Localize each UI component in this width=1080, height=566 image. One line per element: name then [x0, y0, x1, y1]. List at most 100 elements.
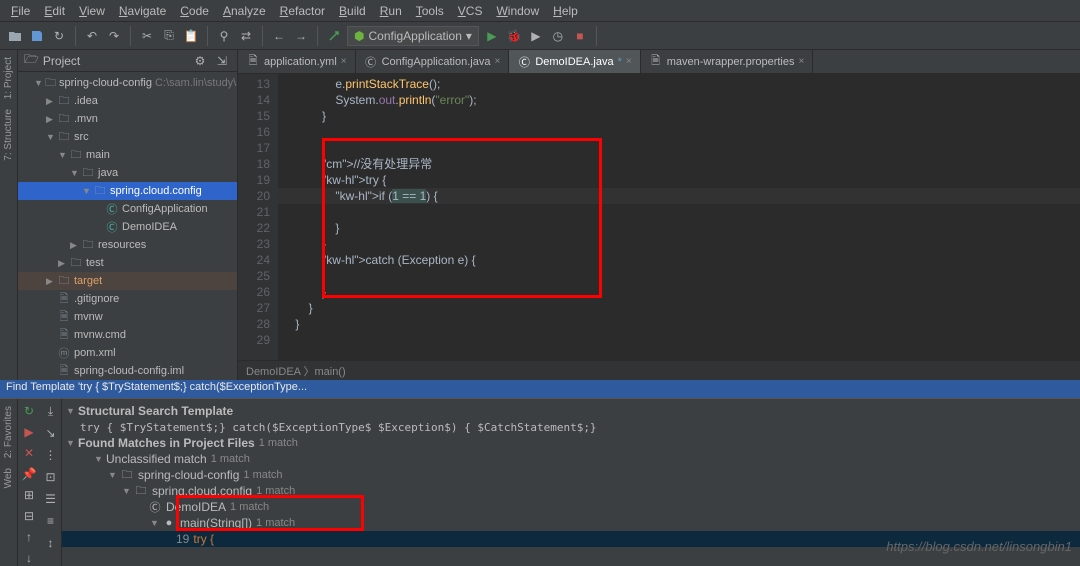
tree-node-resources[interactable]: ▶🗀resources [18, 236, 237, 254]
expand-icon[interactable]: ⊞ [21, 488, 37, 503]
open-icon[interactable] [6, 27, 24, 45]
menu-vcs[interactable]: VCS [451, 2, 490, 20]
forward-icon[interactable]: → [292, 27, 310, 45]
tree-node--idea[interactable]: ▶🗀.idea [18, 92, 237, 110]
replace-icon[interactable]: ⇄ [237, 27, 255, 45]
tree-node--mvn[interactable]: ▶🗀.mvn [18, 110, 237, 128]
tab-configapplication-java[interactable]: ⒸConfigApplication.java× [356, 50, 510, 73]
filter-icon[interactable]: ≡ [43, 513, 59, 529]
stop-icon[interactable]: ■ [571, 27, 589, 45]
sync-icon[interactable]: ↻ [50, 27, 68, 45]
tab-maven-wrapper-properties[interactable]: 🗎maven-wrapper.properties× [641, 50, 814, 73]
line-25[interactable] [278, 268, 1080, 284]
menu-help[interactable]: Help [546, 2, 585, 20]
line-27[interactable]: } [278, 300, 1080, 316]
copy-icon[interactable]: ⎘ [160, 27, 178, 45]
paste-icon[interactable]: 📋 [182, 27, 200, 45]
favorites-tool-tab[interactable]: 2: Favorites [2, 403, 15, 461]
tree-node-main[interactable]: ▼🗀main [18, 146, 237, 164]
gear-icon[interactable]: ⚙ [191, 52, 209, 70]
tree-node-test[interactable]: ▶🗀test [18, 254, 237, 272]
tree-node-java[interactable]: ▼🗀java [18, 164, 237, 182]
preview-icon[interactable]: ☰ [43, 491, 59, 507]
line-26[interactable]: } [278, 284, 1080, 300]
project-tree[interactable]: ▼🗀spring-cloud-config C:\sam.lin\study\s… [18, 72, 237, 380]
tree-node-spring-cloud-config[interactable]: ▼🗀spring.cloud.config [18, 182, 237, 200]
line-13[interactable]: e.printStackTrace(); [278, 76, 1080, 92]
find-icon[interactable]: ⚲ [215, 27, 233, 45]
group-icon[interactable]: ⊡ [43, 469, 59, 485]
coverage-icon[interactable]: ▶ [527, 27, 545, 45]
menu-edit[interactable]: Edit [37, 2, 72, 20]
line-22[interactable]: } [278, 220, 1080, 236]
menu-navigate[interactable]: Navigate [112, 2, 173, 20]
build-icon[interactable] [325, 27, 343, 45]
line-23[interactable]: } [278, 236, 1080, 252]
back-icon[interactable]: ← [270, 27, 288, 45]
result-node[interactable]: ⒸDemoIDEA 1 match [62, 499, 1080, 515]
up-icon[interactable]: ↑ [21, 530, 37, 545]
stop-icon[interactable]: ▶ [21, 424, 37, 439]
tree-node-spring-cloud-config[interactable]: ▼🗀spring-cloud-config C:\sam.lin\study\s… [18, 74, 237, 92]
tree-node--gitignore[interactable]: 🗎.gitignore [18, 290, 237, 308]
settings-icon[interactable]: ⋮ [43, 447, 59, 463]
menu-window[interactable]: Window [489, 2, 546, 20]
tree-node-demoidea[interactable]: ⒸDemoIDEA [18, 218, 237, 236]
tab-demoidea-java[interactable]: ⒸDemoIDEA.java*× [509, 50, 640, 73]
line-21[interactable] [278, 204, 1080, 220]
pin-icon[interactable]: 📌 [21, 466, 37, 481]
save-icon[interactable] [28, 27, 46, 45]
rerun-icon[interactable]: ↻ [21, 403, 37, 418]
menu-refactor[interactable]: Refactor [273, 2, 332, 20]
line-18[interactable]: "cm">//没有处理异常 [278, 156, 1080, 172]
tree-node-mvnw-cmd[interactable]: 🗎mvnw.cmd [18, 326, 237, 344]
line-20[interactable]: "kw-hl">if (1 == 1) { [278, 188, 1080, 204]
breadcrumb[interactable]: DemoIDEA 〉main() [238, 360, 1080, 380]
tree-node-spring-cloud-config-iml[interactable]: 🗎spring-cloud-config.iml [18, 362, 237, 380]
close-tab-icon[interactable]: × [494, 56, 500, 67]
down-icon[interactable]: ↓ [21, 551, 37, 566]
run-icon[interactable]: ▶ [483, 27, 501, 45]
close-tab-icon[interactable]: × [799, 56, 805, 67]
result-node[interactable]: ▼●main(String[]) 1 match [62, 515, 1080, 531]
line-14[interactable]: System.out.println("error"); [278, 92, 1080, 108]
close-tab-icon[interactable]: × [626, 56, 632, 67]
result-node[interactable]: ▼Unclassified match 1 match [62, 451, 1080, 467]
undo-icon[interactable]: ↶ [83, 27, 101, 45]
export-icon[interactable]: ⤓ [43, 403, 59, 419]
menu-tools[interactable]: Tools [409, 2, 451, 20]
menu-analyze[interactable]: Analyze [216, 2, 273, 20]
menu-run[interactable]: Run [373, 2, 409, 20]
structure-tool-tab[interactable]: 7: Structure [2, 106, 15, 164]
sort-icon[interactable]: ↕ [43, 535, 59, 551]
close-tab-icon[interactable]: × [341, 56, 347, 67]
result-node[interactable]: ▼🗀spring.cloud.config 1 match [62, 483, 1080, 499]
redo-icon[interactable]: ↷ [105, 27, 123, 45]
tree-node-target[interactable]: ▶🗀target [18, 272, 237, 290]
tree-node-mvnw[interactable]: 🗎mvnw [18, 308, 237, 326]
tree-node-configapplication[interactable]: ⒸConfigApplication [18, 200, 237, 218]
code-area[interactable]: e.printStackTrace(); System.out.println(… [278, 74, 1080, 360]
autoscroll-icon[interactable]: ↘ [43, 425, 59, 441]
menu-file[interactable]: File [4, 2, 37, 20]
line-17[interactable] [278, 140, 1080, 156]
line-15[interactable]: } [278, 108, 1080, 124]
close-icon[interactable]: ✕ [21, 445, 37, 460]
line-16[interactable] [278, 124, 1080, 140]
menu-build[interactable]: Build [332, 2, 373, 20]
collapse-icon[interactable]: ⇲ [213, 52, 231, 70]
line-29[interactable] [278, 332, 1080, 348]
result-node[interactable]: ▼🗀spring-cloud-config 1 match [62, 467, 1080, 483]
collapse-all-icon[interactable]: ⊟ [21, 509, 37, 524]
tree-node-pom-xml[interactable]: ⓜpom.xml [18, 344, 237, 362]
web-tool-tab[interactable]: Web [2, 465, 15, 491]
profile-icon[interactable]: ◷ [549, 27, 567, 45]
menu-view[interactable]: View [72, 2, 112, 20]
run-config-selector[interactable]: ⬢ ConfigApplication ▾ [347, 26, 479, 46]
cut-icon[interactable]: ✂ [138, 27, 156, 45]
tab-application-yml[interactable]: 🗎application.yml× [238, 50, 356, 73]
line-24[interactable]: "kw-hl">catch (Exception e) { [278, 252, 1080, 268]
debug-icon[interactable]: 🐞 [505, 27, 523, 45]
project-tool-tab[interactable]: 1: Project [2, 54, 15, 102]
tree-node-src[interactable]: ▼🗀src [18, 128, 237, 146]
